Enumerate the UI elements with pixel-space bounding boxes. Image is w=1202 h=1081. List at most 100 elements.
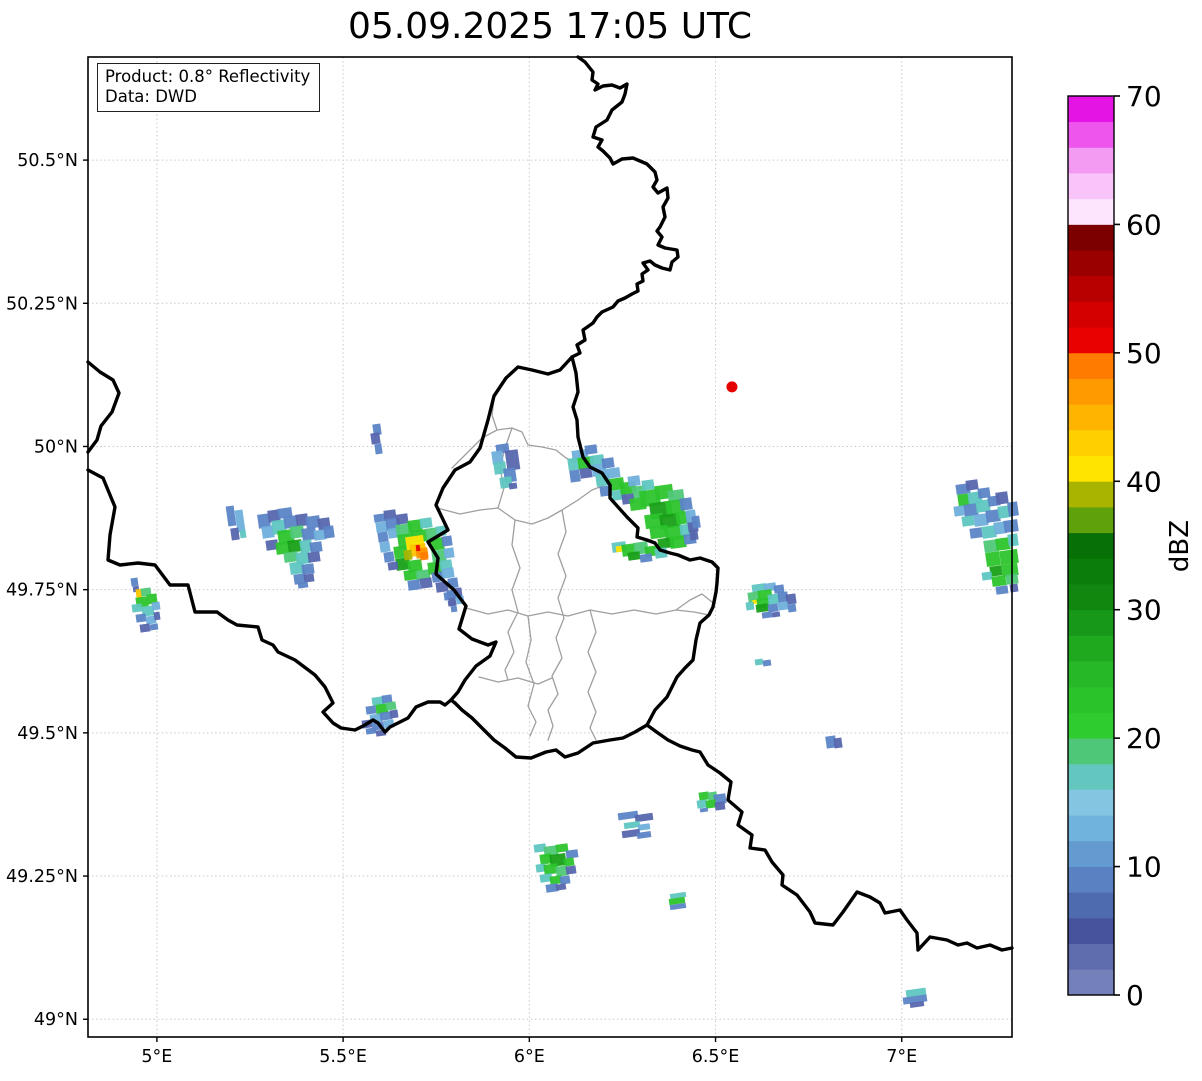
echo-bin [385,701,396,710]
echo-bin [1003,519,1019,533]
radar-site-marker [726,381,737,392]
echo-bin [616,546,623,553]
echo-bin [1007,501,1019,516]
y-tick-label: 49.25°N [6,867,78,887]
colorbar-tick-label: 50 [1126,337,1162,370]
product-label: Product: 0.8° Reflectivity [105,67,310,87]
echo-bin [996,585,1009,595]
country-borders [88,57,1012,950]
colorbar-band [1068,635,1114,661]
echo-bin [641,479,654,491]
y-tick-label: 49.5°N [17,724,78,744]
echo-bin [366,727,377,734]
colorbar-band [1068,610,1114,636]
district-border [526,616,536,736]
echo-south-blue-streaks [618,811,654,839]
colorbar-band [1068,379,1114,405]
echo-bin [714,801,725,810]
colorbar-band [1068,918,1114,944]
x-tick-label: 6°E [514,1047,545,1067]
colorbar-band [1068,173,1114,199]
echo-bin [981,571,992,580]
echo-bin [509,482,518,489]
colorbar-band [1068,250,1114,276]
echo-bin [441,535,452,546]
colorbar-band [1068,96,1114,122]
radar-echoes [130,423,1018,1007]
colorbar-band [1068,841,1114,867]
echo-bin [374,444,382,455]
echo-bin [451,606,458,613]
colorbar-band [1068,944,1114,970]
echo-bin [965,479,978,491]
echo-north-central-cell [491,443,520,489]
echo-bin [448,598,456,607]
colorbar-tick-label: 10 [1126,851,1162,884]
district-border [588,610,596,740]
colorbar-band [1068,327,1114,353]
echo-bin [995,491,1009,505]
colorbar-band [1068,507,1114,533]
colorbar-band [1068,456,1114,482]
x-tick-label: 5.5°E [319,1047,367,1067]
echo-bin [419,551,428,560]
colorbar-band [1068,481,1114,507]
echo-tiny-dash-east [755,658,772,666]
echo-bin [150,623,159,630]
colorbar-tick-label: 70 [1126,80,1162,113]
echo-bottom-right-dash [903,988,928,1008]
figure-title: 05.09.2025 17:05 UTC [88,6,1012,47]
colorbar-band [1068,558,1114,584]
echo-bin [691,516,701,529]
product-info-box: Product: 0.8° Reflectivity Data: DWD [97,63,320,112]
colorbar-band [1068,533,1114,559]
echo-bin [833,737,842,748]
echo-bin [628,551,641,561]
colorbar-band [1068,122,1114,148]
echo-east-edge-cluster [953,479,1019,595]
x-tick-label: 5°E [141,1047,172,1067]
echo-bin [370,432,380,444]
echo-north-blue-dash [370,423,382,454]
echo-bin [505,449,521,471]
echo-bin [985,551,1001,567]
country-border [572,57,678,357]
echo-bin [756,603,769,613]
echo-bin [601,457,614,469]
echo-bin [443,547,454,558]
echo-bin [153,612,160,621]
district-border [548,510,566,740]
echo-bin [999,549,1019,565]
echo-bin [377,531,388,542]
echo-small-blue-blob [825,735,842,748]
echo-bin [689,529,698,540]
echo-southwest-small-cell [130,578,160,633]
echo-bin [407,579,420,591]
echo-bin [762,611,773,618]
district-border [505,520,520,680]
echo-bin [139,623,150,632]
colorbar-unit-label: dBZ [1165,520,1195,572]
colorbar-band [1068,764,1114,790]
colorbar-band [1068,790,1114,816]
colorbar-tick-label: 40 [1126,465,1162,498]
echo-bin [419,517,432,529]
echo-bin [135,613,146,622]
echo-bin [389,709,398,718]
echo-bin [767,603,778,612]
echo-south-green-storm [534,843,579,893]
colorbar-band [1068,687,1114,713]
echo-bin [961,515,974,527]
colorbar-band [1068,276,1114,302]
y-tick-label: 50°N [34,437,78,457]
echo-bin [395,513,408,525]
radar-map-canvas: 5°E5.5°E6°E6.5°E7°E50.5°N50.25°N50°N49.7… [0,0,1202,1081]
echo-bin [627,475,640,487]
echo-bin [569,469,581,482]
echo-bin [303,573,314,582]
colorbar-band [1068,712,1114,738]
echo-bin [755,658,764,665]
data-source-label: Data: DWD [105,87,310,107]
colorbar-tick-label: 20 [1126,722,1162,755]
echo-west-mixed-cluster [257,507,335,589]
